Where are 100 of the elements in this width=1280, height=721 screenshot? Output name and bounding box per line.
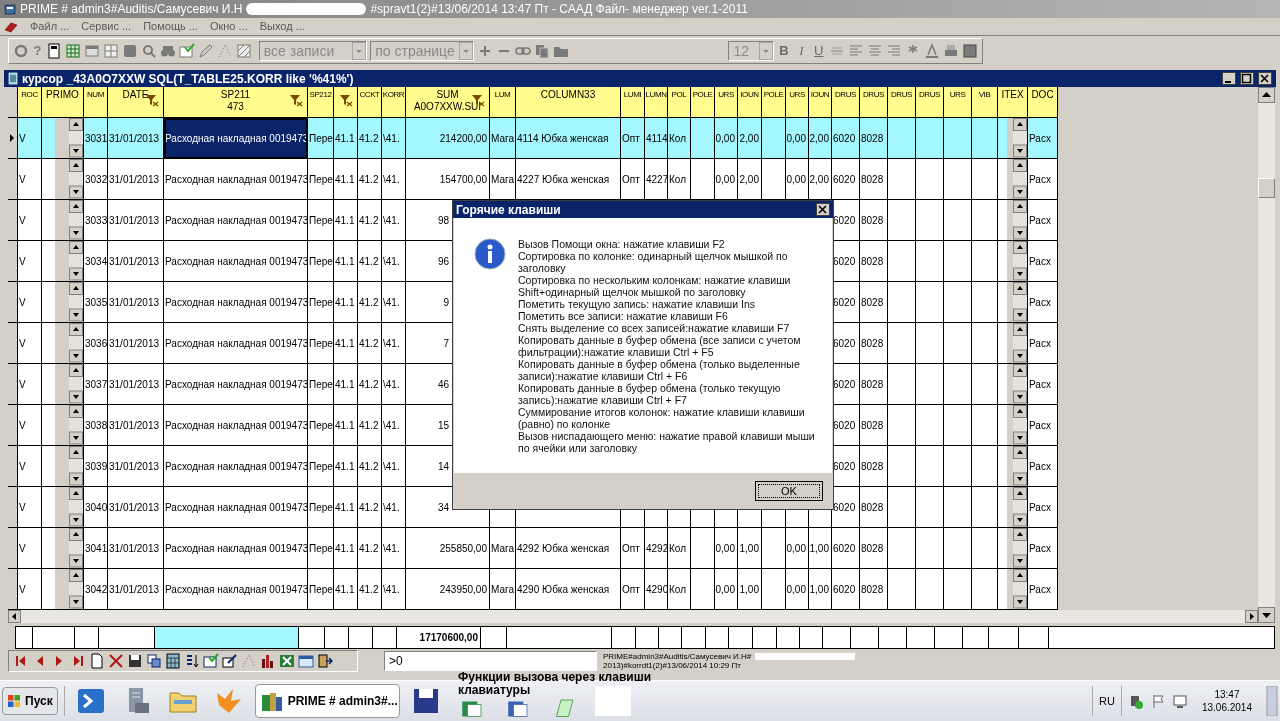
column-header[interactable]: URS xyxy=(715,87,738,118)
row-indicator[interactable] xyxy=(8,487,18,528)
sort-icon[interactable] xyxy=(184,653,200,669)
column-header[interactable]: IOUN xyxy=(738,87,762,118)
column-header[interactable]: POL xyxy=(668,87,691,118)
edit-icon[interactable] xyxy=(222,653,238,669)
menu-item[interactable]: Файл ... xyxy=(30,18,70,35)
row-indicator[interactable] xyxy=(8,241,18,282)
column-header[interactable]: POLE xyxy=(762,87,786,118)
spinner[interactable] xyxy=(69,364,83,404)
copy-icon[interactable] xyxy=(146,653,162,669)
minimize-icon[interactable] xyxy=(1222,72,1236,85)
calculator-icon[interactable] xyxy=(45,43,62,59)
spinner[interactable] xyxy=(1013,200,1027,240)
vertical-scrollbar[interactable] xyxy=(1258,87,1275,623)
row-indicator[interactable] xyxy=(8,282,18,323)
column-header[interactable]: COLUMN33 xyxy=(516,87,621,118)
save-icon[interactable] xyxy=(127,653,143,669)
spinner[interactable] xyxy=(69,528,83,568)
close-icon[interactable] xyxy=(1258,72,1272,85)
row-indicator[interactable] xyxy=(8,405,18,446)
column-header[interactable]: POLE xyxy=(691,87,715,118)
spinner[interactable] xyxy=(1013,241,1027,281)
column-header[interactable]: ROC xyxy=(18,87,42,118)
column-header[interactable]: SP212 xyxy=(308,87,334,118)
format-button[interactable]: B xyxy=(776,41,792,61)
column-header[interactable]: VIB xyxy=(972,87,998,118)
maximize-icon[interactable] xyxy=(1240,72,1254,85)
window-icon[interactable] xyxy=(83,43,100,59)
column-header[interactable]: LUMI xyxy=(621,87,645,118)
column-header[interactable]: SUM A0O7XXW.SUI xyxy=(406,87,490,118)
square-icon[interactable] xyxy=(121,43,138,59)
column-header[interactable]: KORR xyxy=(382,87,406,118)
close-icon[interactable] xyxy=(816,203,830,216)
row-indicator[interactable] xyxy=(8,364,18,405)
start-button[interactable]: Пуск xyxy=(2,687,58,715)
gear-icon[interactable] xyxy=(13,43,29,59)
delete-icon[interactable] xyxy=(108,653,124,669)
row-indicator[interactable] xyxy=(8,200,18,241)
spinner[interactable] xyxy=(1013,405,1027,445)
pencil-icon[interactable] xyxy=(197,43,214,59)
exit-icon[interactable] xyxy=(317,653,333,669)
window-icon[interactable] xyxy=(298,653,314,669)
spinner[interactable] xyxy=(69,282,83,322)
row-indicator[interactable] xyxy=(8,569,18,610)
format-button[interactable]: U xyxy=(811,41,826,61)
spinner[interactable] xyxy=(1013,118,1027,158)
spinner[interactable] xyxy=(1013,282,1027,322)
printer-icon[interactable] xyxy=(943,43,959,59)
column-header[interactable]: DATE xyxy=(108,87,164,118)
spinner[interactable] xyxy=(69,200,83,240)
clock[interactable]: 13:47 13.06.2014 xyxy=(1201,688,1252,714)
spinner[interactable] xyxy=(1013,446,1027,486)
spinner[interactable] xyxy=(69,159,83,199)
column-header[interactable]: PRIMO xyxy=(42,87,84,118)
hatched-square-icon[interactable] xyxy=(235,43,252,59)
page-icon[interactable] xyxy=(89,653,105,669)
spinner[interactable] xyxy=(69,241,83,281)
row-indicator[interactable] xyxy=(8,118,18,159)
language-indicator[interactable]: RU xyxy=(1099,692,1115,710)
row-indicator[interactable] xyxy=(8,159,18,200)
format-button[interactable]: I xyxy=(794,41,809,61)
menu-item[interactable]: Окно ... xyxy=(209,18,248,35)
row-indicator[interactable] xyxy=(8,446,18,487)
binoculars-icon[interactable] xyxy=(159,43,176,59)
ok-button[interactable]: OK xyxy=(755,481,823,501)
text-color-icon[interactable] xyxy=(924,43,940,59)
taskbar-button[interactable]: PRIME # admin3#... xyxy=(254,684,400,718)
square-icon[interactable] xyxy=(962,43,978,59)
column-header[interactable]: CCKT xyxy=(358,87,382,118)
filter-icon[interactable] xyxy=(339,93,353,107)
spinner[interactable] xyxy=(1013,323,1027,363)
spinner[interactable] xyxy=(1013,528,1027,568)
grid-check-icon[interactable] xyxy=(203,653,219,669)
menu-item[interactable]: Выход ... xyxy=(259,18,305,35)
row-indicator[interactable] xyxy=(8,323,18,364)
spinner[interactable] xyxy=(1013,159,1027,199)
row-indicator[interactable] xyxy=(8,528,18,569)
column-header[interactable]: URS xyxy=(786,87,809,118)
spinner[interactable] xyxy=(1013,569,1027,609)
spinner[interactable] xyxy=(1013,364,1027,404)
menu-item[interactable]: Помощь ... xyxy=(143,18,198,35)
spinner[interactable] xyxy=(69,118,83,158)
column-header[interactable]: ITEX xyxy=(998,87,1028,118)
column-header[interactable]: LUMN xyxy=(645,87,668,118)
horizontal-scrollbar[interactable] xyxy=(8,610,1258,623)
scrollbar-thumb[interactable] xyxy=(1258,178,1275,198)
column-header[interactable]: NUM xyxy=(84,87,108,118)
column-header[interactable]: DRUS xyxy=(916,87,944,118)
column-header[interactable] xyxy=(334,87,358,118)
spinner[interactable] xyxy=(69,487,83,527)
spinner[interactable] xyxy=(69,569,83,609)
column-header[interactable]: DRUS xyxy=(860,87,888,118)
monitor-icon[interactable] xyxy=(1171,693,1188,709)
spinner[interactable] xyxy=(1013,487,1027,527)
calculator-icon[interactable] xyxy=(165,653,181,669)
bar-chart-icon[interactable] xyxy=(260,653,276,669)
column-header[interactable]: DRUS xyxy=(832,87,860,118)
column-header[interactable]: URS xyxy=(944,87,972,118)
column-header[interactable]: SP211 473 xyxy=(164,87,308,118)
